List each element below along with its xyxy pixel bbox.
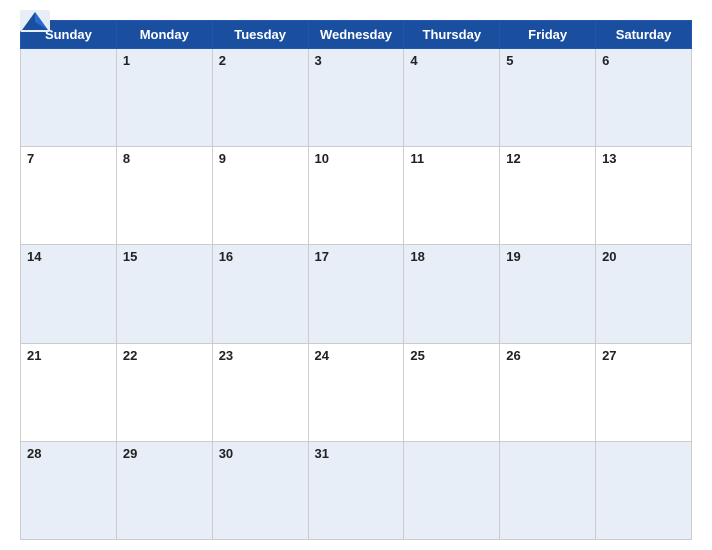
weekday-header-friday: Friday [500,21,596,49]
calendar-cell: 29 [116,441,212,539]
day-number: 3 [315,53,322,68]
day-number: 17 [315,249,329,264]
calendar-cell: 13 [596,147,692,245]
calendar-cell: 6 [596,49,692,147]
calendar-cell: 30 [212,441,308,539]
calendar-cell: 17 [308,245,404,343]
calendar-week-row: 7 8 9 10 11 12 13 [21,147,692,245]
day-number: 24 [315,348,329,363]
calendar-cell: 7 [21,147,117,245]
calendar-cell: 28 [21,441,117,539]
calendar-cell: 31 [308,441,404,539]
calendar-cell: 14 [21,245,117,343]
day-number: 10 [315,151,329,166]
day-number: 14 [27,249,41,264]
calendar-header [20,10,692,14]
calendar-cell: 15 [116,245,212,343]
day-number: 13 [602,151,616,166]
calendar-cell: 5 [500,49,596,147]
calendar-week-row: 21 22 23 24 25 26 27 [21,343,692,441]
calendar-cell [500,441,596,539]
calendar-cell: 12 [500,147,596,245]
day-number: 9 [219,151,226,166]
calendar-cell: 27 [596,343,692,441]
calendar-week-row: 14 15 16 17 18 19 20 [21,245,692,343]
calendar-cell: 8 [116,147,212,245]
calendar-cell: 10 [308,147,404,245]
calendar-week-row: 28 29 30 31 [21,441,692,539]
day-number: 11 [410,151,424,166]
day-number: 22 [123,348,137,363]
calendar-cell: 1 [116,49,212,147]
day-number: 21 [27,348,41,363]
day-number: 8 [123,151,130,166]
calendar-header-row: SundayMondayTuesdayWednesdayThursdayFrid… [21,21,692,49]
calendar-cell: 22 [116,343,212,441]
weekday-header-saturday: Saturday [596,21,692,49]
calendar-cell: 9 [212,147,308,245]
calendar-cell: 26 [500,343,596,441]
weekday-header-wednesday: Wednesday [308,21,404,49]
day-number: 31 [315,446,329,461]
day-number: 5 [506,53,513,68]
day-number: 19 [506,249,520,264]
day-number: 2 [219,53,226,68]
day-number: 28 [27,446,41,461]
day-number: 25 [410,348,424,363]
calendar-table: SundayMondayTuesdayWednesdayThursdayFrid… [20,20,692,540]
day-number: 29 [123,446,137,461]
day-number: 12 [506,151,520,166]
calendar-cell: 19 [500,245,596,343]
day-number: 20 [602,249,616,264]
calendar-week-row: 1 2 3 4 5 6 [21,49,692,147]
logo [20,10,50,36]
calendar-cell: 4 [404,49,500,147]
calendar-cell: 20 [596,245,692,343]
calendar-cell: 24 [308,343,404,441]
weekday-header-tuesday: Tuesday [212,21,308,49]
day-number: 18 [410,249,424,264]
calendar-cell: 25 [404,343,500,441]
calendar-body: 1234567891011121314151617181920212223242… [21,49,692,540]
weekday-row: SundayMondayTuesdayWednesdayThursdayFrid… [21,21,692,49]
calendar-cell: 16 [212,245,308,343]
calendar-cell: 2 [212,49,308,147]
day-number: 6 [602,53,609,68]
weekday-header-thursday: Thursday [404,21,500,49]
calendar-cell [404,441,500,539]
calendar-cell: 21 [21,343,117,441]
calendar-cell [21,49,117,147]
calendar-cell: 18 [404,245,500,343]
day-number: 23 [219,348,233,363]
day-number: 16 [219,249,233,264]
day-number: 15 [123,249,137,264]
calendar-cell: 11 [404,147,500,245]
calendar-cell: 23 [212,343,308,441]
calendar-cell [596,441,692,539]
day-number: 30 [219,446,233,461]
logo-icon [20,10,50,32]
day-number: 26 [506,348,520,363]
day-number: 4 [410,53,417,68]
day-number: 1 [123,53,130,68]
day-number: 7 [27,151,34,166]
weekday-header-monday: Monday [116,21,212,49]
calendar-cell: 3 [308,49,404,147]
day-number: 27 [602,348,616,363]
